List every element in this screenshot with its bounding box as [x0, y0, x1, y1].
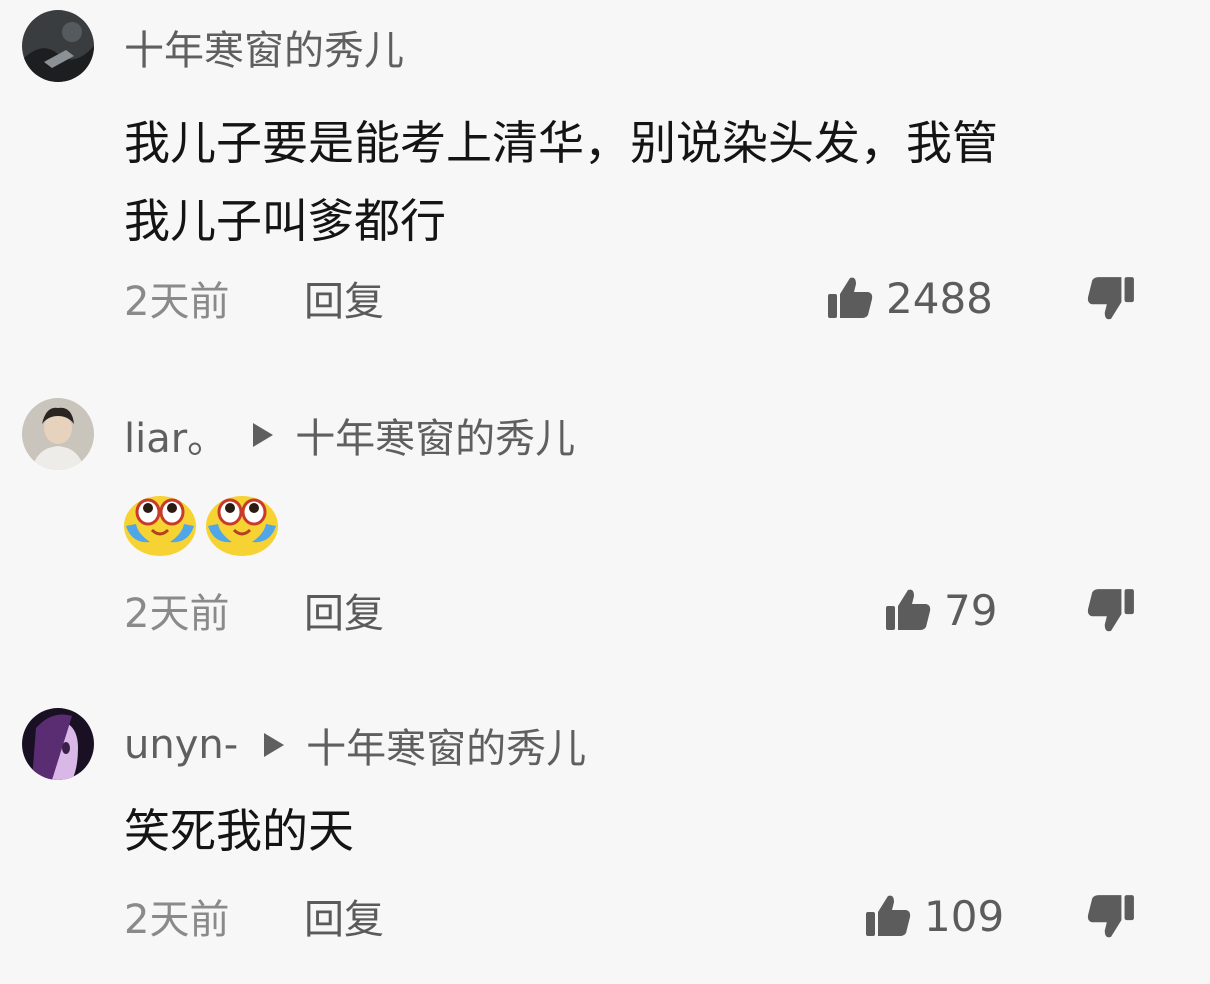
- thumbs-down-icon: [1087, 589, 1134, 632]
- username[interactable]: 十年寒窗的秀儿: [124, 18, 404, 76]
- comment-list: 十年寒窗的秀儿 我儿子要是能考上清华，别说染头发，我管 我儿子叫爹都行 2天前 …: [0, 0, 1210, 984]
- dislike-button[interactable]: [1086, 273, 1136, 323]
- timestamp: 2天前: [124, 279, 230, 325]
- comment-meta: 2天前 回复: [124, 268, 384, 328]
- like-count: 79: [944, 585, 998, 635]
- thumbs-down-icon: [1087, 895, 1134, 938]
- comment-text-line: 我儿子叫爹都行: [124, 194, 446, 248]
- like-button[interactable]: 79: [884, 580, 997, 640]
- reply-to-username[interactable]: 十年寒窗的秀儿: [295, 406, 575, 464]
- like-button[interactable]: 2488: [826, 268, 993, 328]
- comment-meta: 2天前 回复: [124, 580, 384, 640]
- comment-text-line: 我儿子要是能考上清华，别说染头发，我管: [124, 116, 998, 170]
- purple-anime-avatar-icon: [22, 708, 94, 780]
- timestamp: 2天前: [124, 897, 230, 943]
- reply-to-username[interactable]: 十年寒窗的秀儿: [306, 716, 586, 774]
- comment-meta: 2天前 回复: [124, 886, 384, 946]
- avatar[interactable]: [22, 708, 94, 780]
- dark-avatar-icon: [22, 10, 94, 82]
- like-button[interactable]: 109: [864, 886, 1004, 946]
- comment-text: 笑死我的天: [124, 792, 1124, 870]
- username-row: 十年寒窗的秀儿: [124, 20, 404, 74]
- thumbs-up-icon: [886, 589, 931, 630]
- reply-arrow-icon: [264, 733, 285, 757]
- thumbs-up-icon: [866, 895, 911, 936]
- crying-laughing-emoji-icon: [204, 486, 280, 558]
- username-row: unyn- 十年寒窗的秀儿: [124, 718, 586, 772]
- person-avatar-icon: [22, 398, 94, 470]
- reply-button[interactable]: 回复: [304, 269, 384, 327]
- like-count: 109: [924, 891, 1005, 941]
- comment-text: 我儿子要是能考上清华，别说染头发，我管 我儿子叫爹都行: [124, 104, 1124, 260]
- emoji-row: [122, 486, 280, 558]
- like-count: 2488: [886, 273, 993, 323]
- username[interactable]: unyn-: [124, 722, 238, 768]
- timestamp: 2天前: [124, 591, 230, 637]
- dislike-button[interactable]: [1086, 585, 1136, 635]
- comment-text-line: 笑死我的天: [124, 804, 354, 858]
- avatar[interactable]: [22, 398, 94, 470]
- reply-button[interactable]: 回复: [304, 581, 384, 639]
- username-row: liar。 十年寒窗的秀儿: [124, 408, 575, 462]
- thumbs-down-icon: [1087, 277, 1134, 320]
- dislike-button[interactable]: [1086, 891, 1136, 941]
- reply-button[interactable]: 回复: [304, 887, 384, 945]
- thumbs-up-icon: [828, 277, 873, 318]
- avatar[interactable]: [22, 10, 94, 82]
- reply-arrow-icon: [253, 423, 274, 447]
- username[interactable]: liar。: [124, 406, 227, 464]
- crying-laughing-emoji-icon: [122, 486, 198, 558]
